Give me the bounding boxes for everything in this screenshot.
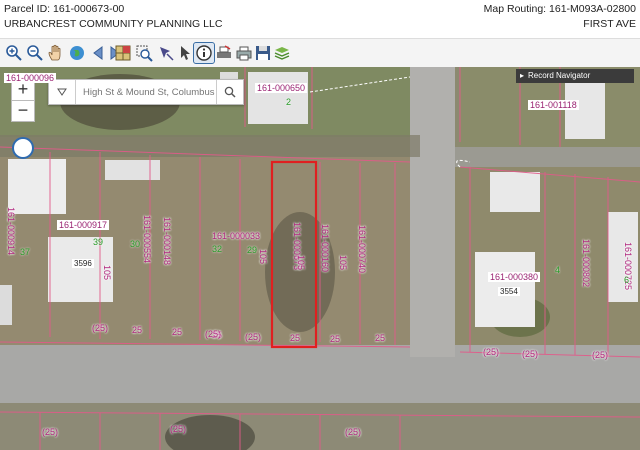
house-number: 3554 bbox=[498, 287, 520, 296]
print-icon[interactable] bbox=[214, 43, 234, 63]
owner-name-text: URBANCREST COMMUNITY PLANNING LLC bbox=[4, 18, 223, 30]
parcel-id-text: Parcel ID: 161-000673-00 bbox=[4, 3, 125, 15]
parcel-label: 161-000914 bbox=[6, 207, 16, 256]
dimension-label: (25) bbox=[345, 427, 362, 437]
dimension-label: 105 bbox=[338, 255, 348, 271]
zoom-out-icon[interactable] bbox=[25, 43, 45, 63]
dimension-label: 25 bbox=[330, 334, 341, 344]
search-icon bbox=[224, 86, 236, 98]
locate-compass-icon[interactable] bbox=[12, 137, 34, 159]
parcel-label: 161-000033 bbox=[212, 231, 261, 241]
header-bar: Parcel ID: 161-000673-00 Map Routing: 16… bbox=[0, 0, 640, 38]
map-grid-icon[interactable] bbox=[113, 43, 133, 63]
parcel-label: 161-000380 bbox=[488, 272, 541, 282]
lot-number: 29 bbox=[247, 245, 258, 255]
dimension-label: (25) bbox=[483, 347, 500, 357]
map-zoom-out-button[interactable]: − bbox=[11, 100, 35, 122]
parcel-label: 161-000917 bbox=[57, 220, 110, 230]
lot-number: 32 bbox=[212, 244, 223, 254]
dimension-label: (25) bbox=[522, 349, 539, 359]
dimension-label: (25) bbox=[170, 424, 187, 434]
parcel-label: 161-000554 bbox=[142, 215, 152, 264]
dimension-label: (25) bbox=[92, 323, 109, 333]
map-toolbar bbox=[0, 38, 640, 68]
dimension-label: (25) bbox=[245, 332, 262, 342]
parcel-label: 161-000096 bbox=[4, 73, 57, 83]
select-arrow-icon[interactable] bbox=[156, 43, 176, 63]
chevron-down-icon bbox=[57, 88, 67, 96]
dimension-label: 25 bbox=[290, 333, 301, 343]
parcel-label: 161-000148 bbox=[162, 217, 172, 266]
house-number: 3596 bbox=[72, 259, 94, 268]
info-icon[interactable] bbox=[193, 42, 215, 64]
lot-number: 37 bbox=[20, 247, 31, 257]
parcel-label: 161-001118 bbox=[528, 100, 579, 110]
pan-hand-icon[interactable] bbox=[46, 43, 66, 63]
zoom-in-icon[interactable] bbox=[4, 43, 24, 63]
dimension-label: 25 bbox=[375, 333, 386, 343]
lot-number: 6 bbox=[624, 275, 630, 285]
search-button[interactable] bbox=[216, 80, 243, 104]
parcel-label: 161-000650 bbox=[255, 83, 308, 93]
dimension-label: (25) bbox=[592, 350, 609, 360]
lot-number: 30 bbox=[130, 239, 141, 249]
lot-number: 39 bbox=[93, 237, 104, 247]
layers-icon[interactable] bbox=[272, 43, 292, 63]
lot-number: 4 bbox=[555, 265, 561, 275]
globe-icon[interactable] bbox=[67, 43, 87, 63]
dimension-label: (25) bbox=[42, 427, 59, 437]
zoom-box-icon[interactable] bbox=[134, 43, 154, 63]
dimension-label: 105 bbox=[296, 255, 306, 271]
dimension-label: (25) bbox=[205, 329, 222, 339]
address-search-bar bbox=[48, 79, 244, 105]
printer-alt-icon[interactable] bbox=[234, 43, 254, 63]
parcel-label: 161-000740 bbox=[357, 225, 367, 274]
lot-number: 2 bbox=[286, 97, 292, 107]
map-routing-text: Map Routing: 161-M093A-02800 bbox=[483, 3, 636, 15]
parcel-map[interactable]: + − Record Navigator 161-000650 161-0011… bbox=[0, 67, 640, 450]
parcel-label: 161-000160 bbox=[320, 224, 330, 273]
address-search-input[interactable] bbox=[77, 80, 215, 104]
record-navigator-toggle[interactable]: Record Navigator bbox=[516, 69, 634, 83]
dimension-label: 105 bbox=[258, 249, 268, 265]
save-disk-icon[interactable] bbox=[253, 43, 273, 63]
dimension-label: 25 bbox=[172, 327, 183, 337]
dimension-label: 25 bbox=[132, 325, 143, 335]
select-cursor-icon[interactable] bbox=[175, 43, 195, 63]
dimension-label: 105 bbox=[102, 265, 112, 281]
address-text: FIRST AVE bbox=[583, 18, 636, 30]
parcel-label: 161-000802 bbox=[581, 239, 591, 288]
search-dropdown-toggle[interactable] bbox=[49, 80, 76, 104]
